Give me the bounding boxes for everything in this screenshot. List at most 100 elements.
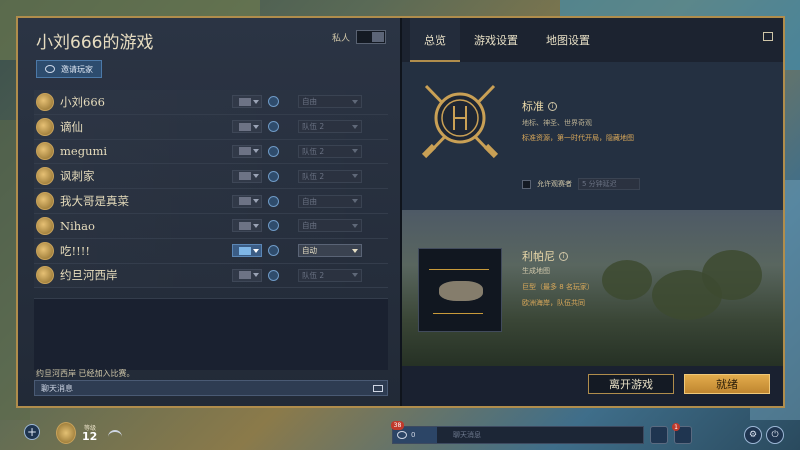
allow-spectators-checkbox[interactable]	[522, 179, 531, 189]
player-list: 小刘666 自由 谪仙 队伍 2 megumi 队伍 2 讽刺家 队伍 2 我大…	[34, 90, 388, 289]
flag-icon	[239, 172, 251, 181]
flag-icon	[239, 97, 251, 106]
civ-select[interactable]	[232, 219, 262, 233]
game-mode-section: 标准 i 地标、神圣、世界奇观 标准资源，第一时代开局，隐藏地图 允许观赛者 5…	[402, 62, 783, 210]
spectator-delay-select[interactable]: 5 分钟延迟	[578, 178, 640, 190]
chevron-down-icon	[253, 223, 259, 228]
civ-select[interactable]	[232, 144, 262, 158]
notification-badge: 1	[672, 423, 680, 431]
chevron-down-icon	[352, 223, 358, 228]
civ-info-icon[interactable]	[268, 121, 279, 133]
player-name[interactable]: 讽刺家	[60, 168, 232, 184]
settings-gear-icon[interactable]: ⚙	[744, 426, 762, 444]
tab-game-settings[interactable]: 游戏设置	[460, 18, 532, 62]
map-type: 生成地图	[522, 267, 550, 275]
chat-input[interactable]: 聊天消息	[34, 380, 388, 396]
add-icon[interactable]: +	[24, 424, 40, 440]
minimize-icon[interactable]	[763, 32, 773, 41]
civ-select[interactable]	[232, 120, 262, 134]
civ-info-icon[interactable]	[268, 145, 279, 157]
player-name[interactable]: 小刘666	[60, 94, 232, 110]
player-name[interactable]: 吃!!!!	[60, 243, 232, 259]
civ-select[interactable]	[232, 244, 262, 258]
info-icon[interactable]: i	[548, 101, 557, 111]
rank-emblem-icon	[56, 422, 76, 444]
civ-info-icon[interactable]	[268, 269, 279, 281]
friends-badge: 38	[391, 421, 404, 430]
civ-info-icon[interactable]	[268, 170, 279, 182]
civ-select[interactable]	[232, 95, 262, 109]
team-select[interactable]: 自由	[298, 194, 362, 208]
player-name[interactable]: Nihao	[60, 219, 232, 233]
civ-info-icon[interactable]	[268, 220, 279, 232]
victory-conditions: 地标、神圣、世界奇观	[522, 119, 592, 127]
map-section: 利帕尼 i 生成地图 巨型（最多 8 名玩家） 欧洲海岸，队伍共同	[402, 210, 783, 368]
player-row: 讽刺家 队伍 2	[34, 164, 388, 190]
player-name[interactable]: megumi	[60, 144, 232, 158]
team-select[interactable]: 队伍 2	[298, 169, 362, 183]
map-river	[433, 313, 483, 314]
leave-game-button[interactable]: 离开游戏	[588, 374, 674, 394]
friends-count: 0	[411, 431, 416, 439]
team-value: 自由	[302, 196, 317, 206]
civ-info-icon[interactable]	[268, 195, 279, 207]
team-select[interactable]: 队伍 2	[298, 144, 362, 158]
stats-icon[interactable]	[650, 426, 668, 444]
chat-log[interactable]	[34, 298, 388, 370]
player-row: 小刘666 自由	[34, 90, 388, 115]
civ-select[interactable]	[232, 268, 262, 282]
player-avatar	[36, 216, 54, 235]
player-avatar	[36, 142, 54, 161]
lock-icon	[372, 32, 384, 42]
power-icon[interactable]: ⏻	[766, 426, 784, 444]
info-icon[interactable]: i	[559, 251, 568, 261]
chat-system-message: 约旦河西岸 已经加入比赛。	[36, 369, 135, 378]
team-value: 自由	[302, 221, 317, 231]
civ-info-icon[interactable]	[268, 96, 279, 108]
player-avatar	[36, 192, 54, 211]
friends-button[interactable]: 38 0	[391, 421, 437, 443]
lobby-window: 小刘666的游戏 私人 邀请玩家 小刘666 自由 谪仙 队伍 2 megumi…	[16, 16, 785, 408]
invite-icon	[45, 65, 55, 73]
team-select[interactable]: 队伍 2	[298, 120, 362, 134]
flag-icon	[239, 271, 251, 280]
invite-players-button[interactable]: 邀请玩家	[36, 60, 102, 78]
chevron-down-icon	[352, 199, 358, 204]
chevron-down-icon	[253, 199, 259, 204]
team-select[interactable]: 队伍 2	[298, 268, 362, 282]
private-toggle-group: 私人	[332, 30, 386, 44]
lobby-actions: 离开游戏 就绪	[402, 366, 783, 406]
chevron-down-icon	[253, 124, 259, 129]
chat-bubble-icon[interactable]	[373, 384, 383, 392]
team-select[interactable]: 自由	[298, 219, 362, 233]
player-name[interactable]: 约旦河西岸	[60, 267, 232, 283]
chevron-down-icon	[352, 149, 358, 154]
chevron-down-icon	[352, 273, 358, 278]
chevron-down-icon	[253, 174, 259, 179]
civ-select[interactable]	[232, 194, 262, 208]
private-toggle[interactable]	[356, 30, 386, 44]
landscape-tree	[602, 260, 652, 300]
player-avatar	[36, 241, 54, 260]
ready-button[interactable]: 就绪	[684, 374, 770, 394]
player-avatar	[36, 117, 54, 136]
civ-info-icon[interactable]	[268, 245, 279, 257]
team-select[interactable]: 自由	[298, 95, 362, 109]
tab-overview[interactable]: 总览	[410, 18, 460, 62]
tab-map-settings[interactable]: 地图设置	[532, 18, 604, 62]
invite-label: 邀请玩家	[61, 64, 93, 74]
player-name[interactable]: 谪仙	[60, 119, 232, 135]
map-thumbnail[interactable]	[418, 248, 502, 332]
flag-icon	[239, 221, 251, 230]
player-row: 吃!!!! 自动	[34, 238, 388, 264]
player-name[interactable]: 我大哥是真菜	[60, 193, 232, 209]
game-mode-description: 标准资源，第一时代开局，隐藏地图	[522, 134, 634, 142]
team-select[interactable]: 自动	[298, 244, 362, 258]
chevron-down-icon	[253, 248, 259, 253]
global-chat-bar[interactable]: 38 0 聊天消息	[391, 421, 644, 444]
network-icon	[108, 430, 122, 438]
chevron-down-icon	[253, 149, 259, 154]
civ-select[interactable]	[232, 169, 262, 183]
team-value: 队伍 2	[302, 122, 325, 132]
player-avatar	[36, 92, 54, 111]
